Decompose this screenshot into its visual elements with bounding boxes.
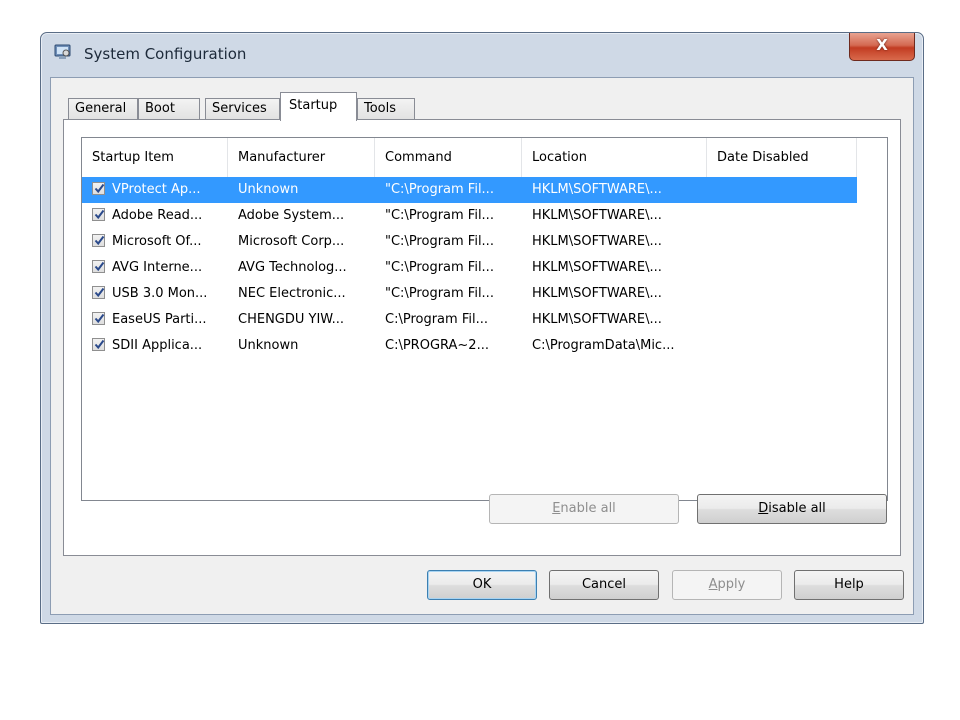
- apply-button[interactable]: Apply: [672, 570, 782, 600]
- cell-startup-item: USB 3.0 Mon...: [112, 286, 208, 301]
- startup-item-checkbox[interactable]: [92, 182, 105, 195]
- cell-manufacturer: NEC Electronic...: [238, 286, 346, 301]
- mnemonic: D: [758, 501, 769, 516]
- startup-item-checkbox[interactable]: [92, 286, 105, 299]
- cancel-button[interactable]: Cancel: [549, 570, 659, 600]
- startup-item-checkbox[interactable]: [92, 208, 105, 221]
- tab-startup[interactable]: Startup: [280, 92, 357, 121]
- mnemonic: A: [708, 577, 718, 592]
- table-row[interactable]: AVG Interne... AVG Technolog... "C:\Progra…: [82, 255, 857, 281]
- tab-label: Boot: [145, 101, 175, 116]
- cell-date-disabled: [717, 255, 855, 281]
- close-button[interactable]: X: [849, 33, 915, 61]
- cell-startup-item: Microsoft Of...: [112, 234, 202, 249]
- cell-command: "C:\Program Fil...: [385, 182, 494, 197]
- cell-command: "C:\Program Fil...: [385, 234, 494, 249]
- column-header-location[interactable]: Location: [522, 138, 707, 178]
- cell-startup-item: Adobe Read...: [112, 208, 203, 223]
- cell-location: C:\ProgramData\Mic...: [532, 338, 675, 353]
- cell-date-disabled: [717, 333, 855, 359]
- tab-label: General: [75, 101, 127, 116]
- startup-item-checkbox[interactable]: [92, 312, 105, 325]
- cell-date-disabled: [717, 281, 855, 307]
- tab-tools[interactable]: Tools: [357, 98, 415, 120]
- cell-date-disabled: [717, 177, 855, 203]
- cell-manufacturer: AVG Technolog...: [238, 260, 347, 275]
- cell-manufacturer: Microsoft Corp...: [238, 234, 345, 249]
- enable-all-button[interactable]: Enable all: [489, 494, 679, 524]
- table-row[interactable]: USB 3.0 Mon... NEC Electronic... "C:\Progr…: [82, 281, 857, 307]
- cell-manufacturer: Unknown: [238, 338, 299, 353]
- column-header-date-disabled[interactable]: Date Disabled: [707, 138, 857, 178]
- tab-general[interactable]: General: [68, 98, 138, 120]
- dialog-client-area: General Boot Services Startup Tools Star…: [50, 77, 914, 615]
- cell-startup-item: EaseUS Parti...: [112, 312, 207, 327]
- column-header-startup-item[interactable]: Startup Item: [82, 138, 228, 178]
- cell-manufacturer: Unknown: [238, 182, 299, 197]
- checkmark-icon: [94, 313, 105, 324]
- startup-tab-panel: Startup Item Manufacturer Command Locati…: [63, 119, 901, 556]
- cell-location: HKLM\SOFTWARE\...: [532, 260, 662, 275]
- cell-command: "C:\Program Fil...: [385, 208, 494, 223]
- help-button[interactable]: Help: [794, 570, 904, 600]
- startup-item-checkbox[interactable]: [92, 338, 105, 351]
- button-label: isable all: [768, 501, 826, 516]
- checkmark-icon: [94, 261, 105, 272]
- cell-startup-item: AVG Interne...: [112, 260, 203, 275]
- cell-command: "C:\Program Fil...: [385, 286, 494, 301]
- button-label: nable all: [560, 501, 616, 516]
- ok-button[interactable]: OK: [427, 570, 537, 600]
- table-row[interactable]: Adobe Read... Adobe System... "C:\Program …: [82, 203, 857, 229]
- tab-boot[interactable]: Boot: [138, 98, 200, 120]
- cell-manufacturer: CHENGDU YIW...: [238, 312, 345, 327]
- column-header-manufacturer[interactable]: Manufacturer: [228, 138, 375, 178]
- cell-location: HKLM\SOFTWARE\...: [532, 208, 662, 223]
- startup-item-checkbox[interactable]: [92, 260, 105, 273]
- startup-item-checkbox[interactable]: [92, 234, 105, 247]
- table-row[interactable]: VProtect Ap... Unknown "C:\Program Fil... H…: [82, 177, 857, 203]
- table-row[interactable]: Microsoft Of... Microsoft Corp... "C:\Prog…: [82, 229, 857, 255]
- startup-items-list[interactable]: Startup Item Manufacturer Command Locati…: [81, 137, 888, 501]
- checkmark-icon: [94, 183, 105, 194]
- table-row[interactable]: EaseUS Parti... CHENGDU YIW... C:\Program …: [82, 307, 857, 333]
- table-row[interactable]: SDII Applica... Unknown C:\PROGRA~2... C:\P…: [82, 333, 857, 359]
- system-configuration-icon: [54, 44, 72, 60]
- cell-startup-item: SDII Applica...: [112, 338, 203, 353]
- checkmark-icon: [94, 287, 105, 298]
- cell-manufacturer: Adobe System...: [238, 208, 345, 223]
- system-configuration-window: System Configuration X General Boot Serv…: [40, 32, 924, 624]
- window-title: System Configuration: [84, 45, 247, 63]
- checkmark-icon: [94, 235, 105, 246]
- cell-date-disabled: [717, 203, 855, 229]
- tab-label: Services: [212, 101, 267, 116]
- checkmark-icon: [94, 339, 105, 350]
- cell-command: C:\Program Fil...: [385, 312, 488, 327]
- cell-location: HKLM\SOFTWARE\...: [532, 286, 662, 301]
- checkmark-icon: [94, 209, 105, 220]
- tab-services[interactable]: Services: [205, 98, 280, 120]
- cell-command: C:\PROGRA~2...: [385, 338, 489, 353]
- cell-command: "C:\Program Fil...: [385, 260, 494, 275]
- cell-location: HKLM\SOFTWARE\...: [532, 312, 662, 327]
- title-bar[interactable]: System Configuration X: [41, 33, 923, 77]
- cell-location: HKLM\SOFTWARE\...: [532, 234, 662, 249]
- cell-date-disabled: [717, 229, 855, 255]
- column-header-command[interactable]: Command: [375, 138, 522, 178]
- cell-location: HKLM\SOFTWARE\...: [532, 182, 662, 197]
- button-label: pply: [717, 577, 746, 592]
- list-header: Startup Item Manufacturer Command Locati…: [82, 138, 887, 178]
- tab-label: Startup: [289, 98, 338, 113]
- cell-date-disabled: [717, 307, 855, 333]
- close-icon: X: [876, 36, 888, 54]
- disable-all-button[interactable]: Disable all: [697, 494, 887, 524]
- tab-label: Tools: [364, 101, 397, 116]
- cell-startup-item: VProtect Ap...: [112, 182, 201, 197]
